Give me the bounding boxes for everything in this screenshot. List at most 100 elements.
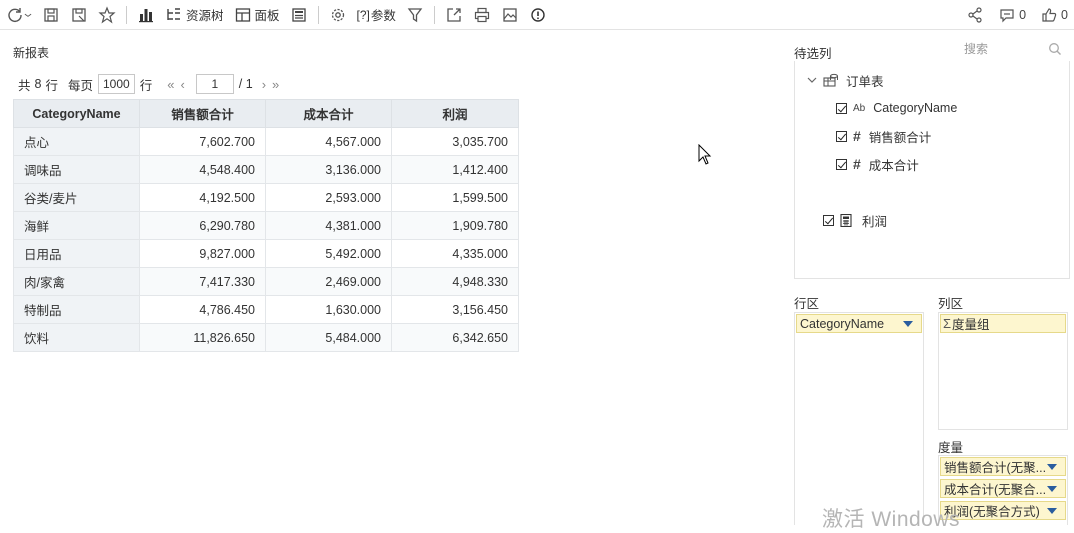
page-input[interactable]: 1	[195, 74, 234, 94]
chart-button[interactable]	[137, 3, 155, 27]
panel-icon	[235, 7, 250, 22]
favorite-button[interactable]	[98, 3, 116, 27]
value-cell[interactable]: 3,035.700	[391, 127, 519, 156]
resource-tree-button[interactable]: 资源树	[165, 3, 224, 27]
value-cell[interactable]: 1,412.400	[391, 155, 519, 184]
value-cell[interactable]: 1,630.000	[265, 295, 392, 324]
filter-button[interactable]	[406, 3, 424, 27]
report-icon	[291, 7, 306, 22]
category-cell[interactable]: 点心	[13, 127, 140, 156]
field-search	[964, 39, 1070, 59]
search-input[interactable]	[964, 40, 1048, 58]
measure-pill[interactable]: 销售额合计(无聚...	[940, 457, 1066, 476]
toolbar-divider	[126, 5, 127, 24]
share-icon	[968, 7, 982, 23]
value-cell[interactable]: 4,548.400	[139, 155, 266, 184]
save-button[interactable]	[42, 3, 60, 27]
field-checkbox[interactable]	[836, 130, 847, 142]
per-page-input[interactable]: 1000	[98, 74, 135, 94]
value-cell[interactable]: 5,492.000	[265, 239, 392, 268]
value-cell[interactable]: 11,826.650	[139, 323, 266, 352]
like-button[interactable]: 0	[1040, 3, 1068, 27]
category-cell[interactable]: 海鲜	[13, 211, 140, 240]
panel-label: 面板	[254, 9, 280, 23]
caret-down-icon[interactable]	[1047, 508, 1057, 514]
value-cell[interactable]: 7,602.700	[139, 127, 266, 156]
row-header-cell[interactable]: CategoryName	[13, 99, 140, 128]
comment-button[interactable]: 0	[998, 3, 1026, 27]
value-cell[interactable]: 1,909.780	[391, 211, 519, 240]
image-icon	[503, 7, 517, 22]
share-button[interactable]	[966, 3, 984, 27]
value-cell[interactable]: 9,827.000	[139, 239, 266, 268]
field-checkbox[interactable]	[823, 214, 834, 226]
windows-activation-watermark: 激活 Windows	[822, 508, 961, 531]
calculator-icon	[840, 213, 852, 227]
category-cell[interactable]: 谷类/麦片	[13, 183, 140, 212]
table-row: 谷类/麦片 4,192.500 2,593.000 1,599.500	[13, 183, 519, 212]
prev-page-icon[interactable]: ‹	[180, 77, 184, 92]
value-cell[interactable]: 3,136.000	[265, 155, 392, 184]
refresh-button[interactable]	[6, 3, 32, 27]
tree-root-item[interactable]: 订单表	[807, 71, 884, 89]
value-cell[interactable]: 4,381.000	[265, 211, 392, 240]
params-label: 参数	[370, 9, 396, 23]
first-page-icon[interactable]: «	[167, 77, 174, 92]
report-settings-button[interactable]	[290, 3, 308, 27]
row-zone-label: 行区	[794, 297, 820, 311]
panel-button[interactable]: 面板	[234, 3, 280, 27]
export-button[interactable]	[445, 3, 463, 27]
image-export-button[interactable]	[501, 3, 519, 27]
per-page-label: 每页	[67, 78, 93, 93]
sigma-icon: Σ	[943, 316, 952, 331]
field-label: 销售额合计	[868, 130, 932, 145]
tree-field-item[interactable]: Ab CategoryName	[836, 99, 957, 117]
caret-down-icon[interactable]	[903, 321, 913, 327]
params-button[interactable]: [?] 参数	[357, 3, 396, 27]
tree-field-item[interactable]: 利润	[823, 211, 887, 229]
category-cell[interactable]: 饮料	[13, 323, 140, 352]
value-cell[interactable]: 4,567.000	[265, 127, 392, 156]
value-cell[interactable]: 4,192.500	[139, 183, 266, 212]
category-cell[interactable]: 日用品	[13, 239, 140, 268]
value-cell[interactable]: 4,786.450	[139, 295, 266, 324]
printer-icon	[474, 7, 489, 22]
number-field-icon: #	[853, 156, 861, 172]
measure-pill[interactable]: 成本合计(无聚合...	[940, 479, 1066, 498]
field-checkbox[interactable]	[836, 158, 847, 170]
tree-field-item[interactable]: # 销售额合计	[836, 127, 931, 145]
column-header-cell[interactable]: 成本合计	[265, 99, 392, 128]
save-as-button[interactable]	[70, 3, 88, 27]
search-icon[interactable]	[1048, 42, 1062, 56]
value-cell[interactable]: 5,484.000	[265, 323, 392, 352]
value-cell[interactable]: 6,342.650	[391, 323, 519, 352]
value-cell[interactable]: 2,469.000	[265, 267, 392, 296]
next-page-icon[interactable]: ›	[262, 77, 266, 92]
value-cell[interactable]: 4,948.330	[391, 267, 519, 296]
category-cell[interactable]: 肉/家禽	[13, 267, 140, 296]
star-icon	[98, 5, 116, 23]
value-cell[interactable]: 1,599.500	[391, 183, 519, 212]
export-icon	[447, 7, 461, 22]
settings-button[interactable]	[329, 3, 347, 27]
info-button[interactable]	[529, 3, 547, 27]
category-cell[interactable]: 特制品	[13, 295, 140, 324]
print-button[interactable]	[473, 3, 491, 27]
value-cell[interactable]: 7,417.330	[139, 267, 266, 296]
column-header-cell[interactable]: 利润	[391, 99, 519, 128]
value-cell[interactable]: 4,335.000	[391, 239, 519, 268]
field-checkbox[interactable]	[836, 102, 847, 114]
value-cell[interactable]: 3,156.450	[391, 295, 519, 324]
caret-down-icon[interactable]	[1047, 486, 1057, 492]
last-page-icon[interactable]: »	[272, 77, 279, 92]
column-header-cell[interactable]: 销售额合计	[139, 99, 266, 128]
row-zone-pill[interactable]: CategoryName	[796, 314, 922, 333]
value-cell[interactable]: 6,290.780	[139, 211, 266, 240]
category-cell[interactable]: 调味品	[13, 155, 140, 184]
value-cell[interactable]: 2,593.000	[265, 183, 392, 212]
col-zone-pill[interactable]: Σ 度量组	[940, 314, 1066, 333]
tree-icon	[167, 7, 180, 20]
total-count: 8	[34, 77, 42, 91]
caret-down-icon[interactable]	[1047, 464, 1057, 470]
tree-field-item[interactable]: # 成本合计	[836, 155, 919, 173]
